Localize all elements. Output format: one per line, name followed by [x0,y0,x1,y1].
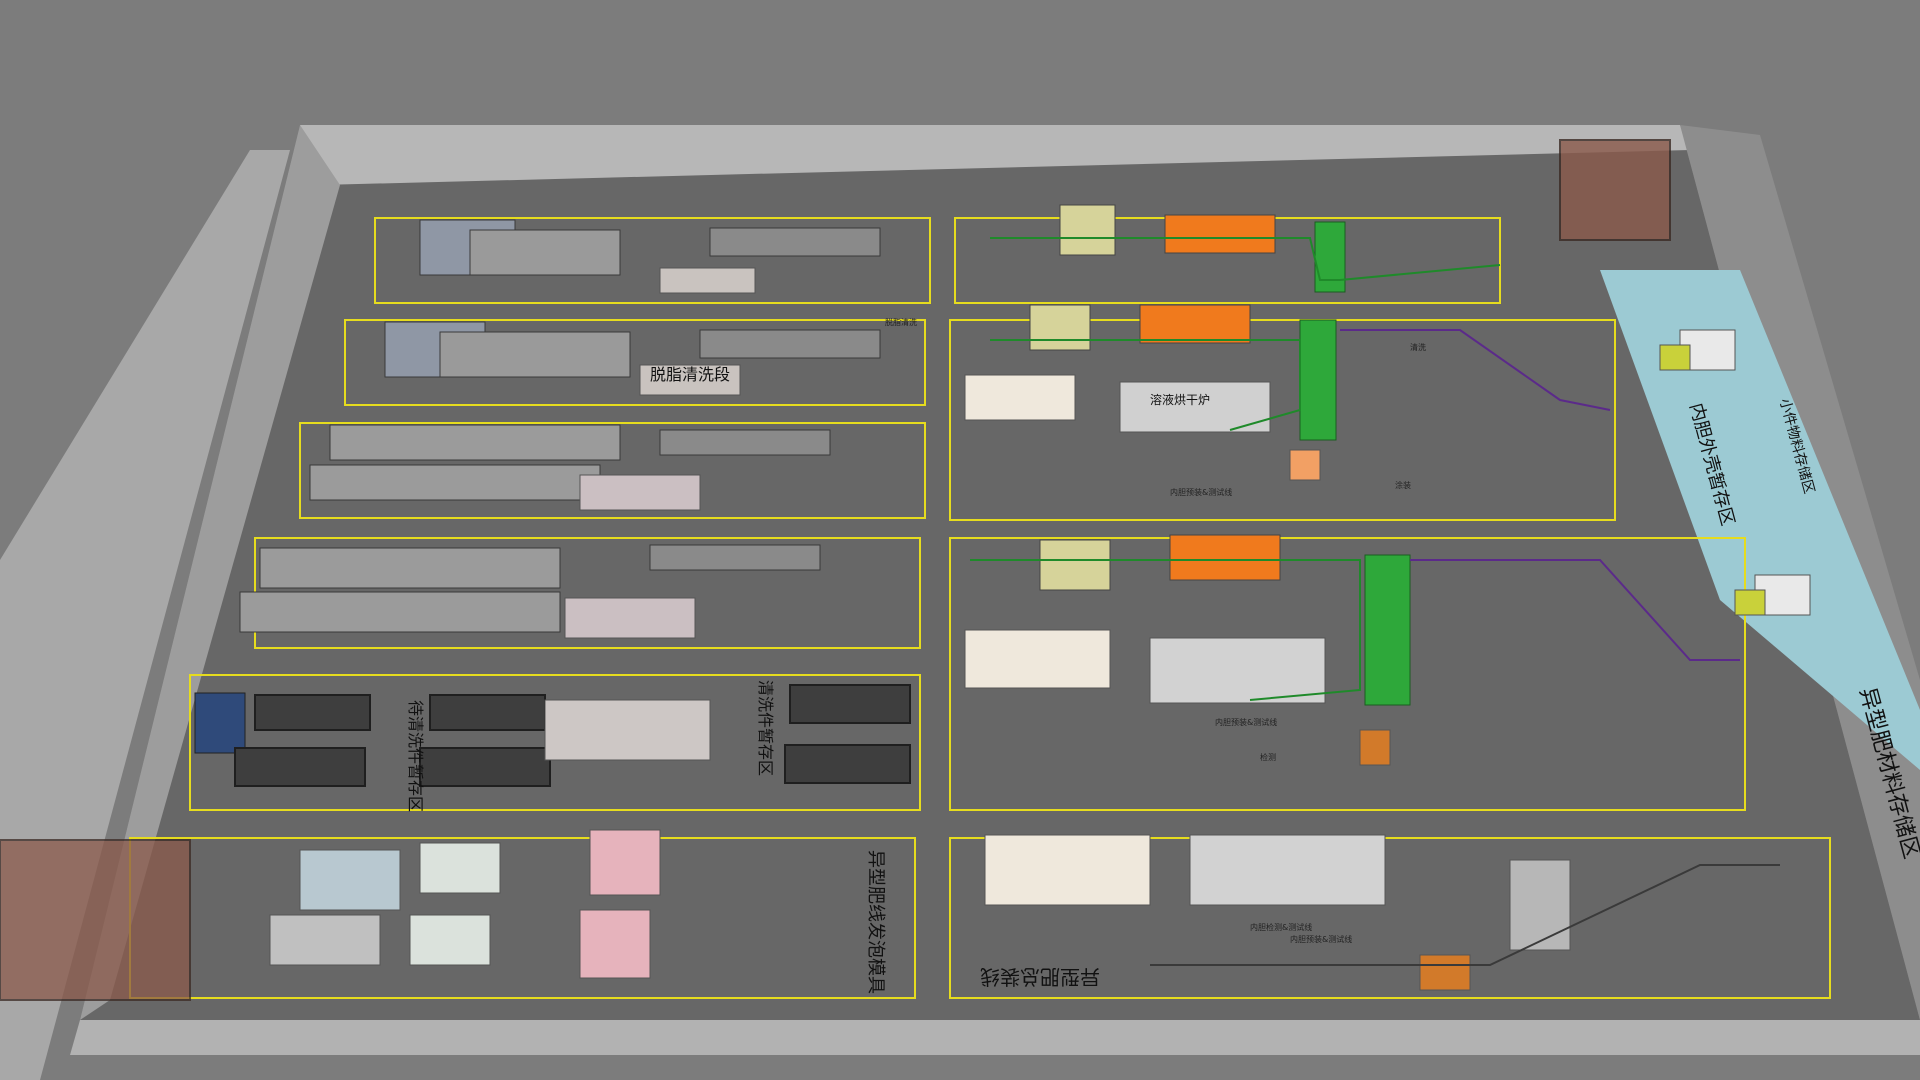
label-assembly-line: 异型肥总装线 [980,965,1100,989]
label-small-a: 脱脂清洗 [885,317,917,327]
label-foam-mold: 异型肥线发泡模具 [865,850,886,994]
factory-3d-viewport[interactable]: 脱脂清洗段 溶液烘干炉 待清洗件暂存区 清洗件暂存区 异型肥线发泡模具 异型肥总… [0,0,1920,1080]
label-small-d: 检测 [1260,752,1276,762]
label-wait-clean-storage: 待清洗件暂存区 [406,700,425,812]
label-small-b: 清洗 [1410,342,1426,352]
front-wall [70,1020,1920,1055]
label-test-line-2: 内胆预装&测试线 [1215,717,1277,727]
label-test-line-1: 内胆预装&测试线 [1170,487,1232,497]
label-drying-oven: 溶液烘干炉 [1150,392,1210,407]
label-degrease: 脱脂清洗段 [650,365,730,384]
label-small-e: 内胆检测&测试线 [1250,922,1312,932]
label-small-c: 涂装 [1395,480,1411,490]
label-test-line-3: 内胆预装&测试线 [1290,934,1352,944]
label-cleaned-storage: 清洗件暂存区 [756,680,775,776]
